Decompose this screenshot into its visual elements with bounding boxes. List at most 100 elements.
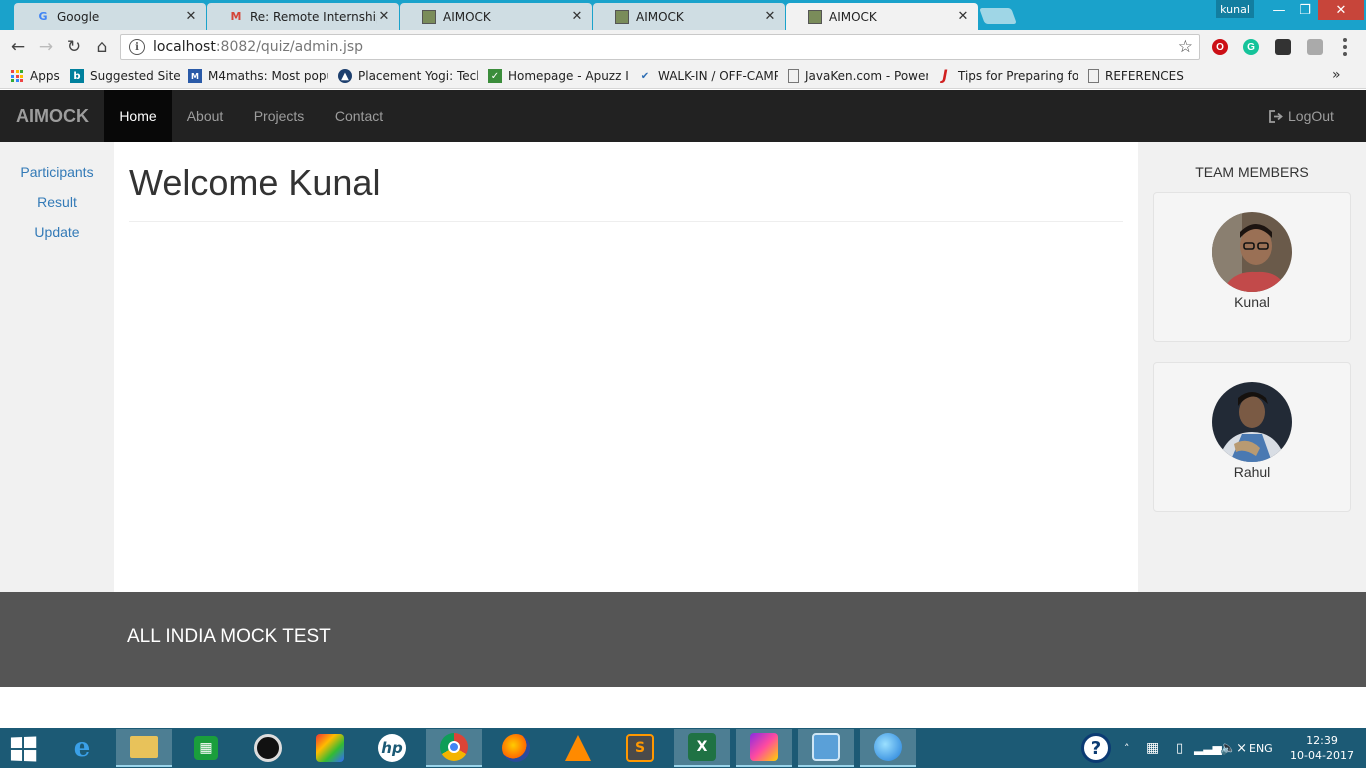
site-brand[interactable]: AIMOCK (16, 90, 89, 142)
start-button[interactable] (10, 736, 38, 762)
bookmark-suggested-sites[interactable]: b Suggested Sites (70, 67, 180, 85)
snipping-tool-icon[interactable] (736, 729, 792, 767)
sidebar-item-participants[interactable]: Participants (0, 164, 114, 180)
tab-aimock-1[interactable]: AIMOCK ✕ (400, 3, 592, 30)
member-name: Kunal (1234, 294, 1270, 310)
tab-label: Google (57, 9, 100, 24)
window-close-icon[interactable]: ✕ (1318, 0, 1364, 20)
avatar (1212, 212, 1292, 292)
grammarly-icon[interactable]: G (1243, 39, 1259, 55)
bookmark-label: JavaKen.com - Power (805, 69, 928, 83)
bookmark-apuzz[interactable]: ✓ Homepage - Apuzz In (488, 67, 628, 85)
camera-app-icon[interactable] (240, 729, 296, 767)
close-icon[interactable]: ✕ (184, 9, 198, 24)
team-sidebar: TEAM MEMBERS Kunal Rahul (1138, 142, 1366, 592)
bookmark-tips[interactable]: J Tips for Preparing for (938, 67, 1078, 85)
profile-badge[interactable]: kunal (1216, 0, 1254, 18)
browser-tab-strip: G Google ✕ M Re: Remote Internship | P ✕… (0, 0, 1366, 30)
url-path: :8082/quiz/admin.jsp (215, 39, 364, 55)
minimize-icon[interactable]: — (1266, 0, 1292, 20)
main-content: Welcome Kunal (114, 142, 1138, 592)
sublime-text-icon[interactable]: S (612, 729, 668, 767)
system-clock[interactable]: 12:39 10-04-2017 (1290, 733, 1354, 763)
network-status-icon[interactable]: ▦ (1146, 728, 1159, 768)
bookmark-placement-yogi[interactable]: ▲ Placement Yogi: Tech (338, 67, 478, 85)
tray-chevron-icon[interactable]: ˄ (1124, 728, 1130, 768)
new-tab-button[interactable] (979, 8, 1017, 24)
nav-about[interactable]: About (172, 90, 238, 142)
close-icon[interactable]: ✕ (570, 9, 584, 24)
bookmark-label: M4maths: Most popul (208, 69, 328, 83)
member-card: Rahul (1153, 362, 1351, 512)
google-icon: G (38, 10, 48, 23)
team-title: TEAM MEMBERS (1195, 164, 1309, 180)
sidebar-item-result[interactable]: Result (0, 194, 114, 210)
tab-aimock-active[interactable]: AIMOCK ✕ (786, 3, 978, 30)
control-panel-icon[interactable] (798, 729, 854, 767)
forward-icon[interactable]: → (35, 36, 57, 58)
maximize-icon[interactable]: ❐ (1292, 0, 1318, 20)
nav-contact[interactable]: Contact (320, 90, 398, 142)
bookmark-star-icon[interactable]: ☆ (1178, 37, 1193, 57)
excel-icon[interactable]: X (674, 729, 730, 767)
close-icon[interactable]: ✕ (377, 9, 391, 24)
tab-google[interactable]: G Google ✕ (14, 3, 206, 30)
url-host: localhost (153, 39, 216, 55)
network-globe-icon[interactable] (860, 729, 916, 767)
close-icon[interactable]: ✕ (763, 9, 777, 24)
bookmark-label: Homepage - Apuzz In (508, 69, 628, 83)
language-indicator[interactable]: ENG (1249, 728, 1273, 768)
bookmark-label: Tips for Preparing for (958, 69, 1078, 83)
page-title: Welcome Kunal (129, 162, 381, 203)
page-icon (1088, 69, 1099, 83)
tab-label: AIMOCK (443, 9, 491, 24)
bookmark-m4maths[interactable]: M M4maths: Most popul (188, 67, 328, 85)
divider (129, 221, 1123, 222)
bookmark-references[interactable]: REFERENCES (1088, 67, 1198, 85)
chrome-icon[interactable] (426, 729, 482, 767)
firefox-icon[interactable] (488, 729, 544, 767)
hp-icon[interactable]: hp (364, 729, 420, 767)
extension-cube-icon[interactable] (1307, 39, 1323, 55)
paint-app-icon[interactable] (302, 729, 358, 767)
browser-menu-icon[interactable] (1342, 38, 1348, 56)
close-icon[interactable]: ✕ (956, 9, 970, 24)
volume-muted-icon[interactable]: 🔈× (1220, 728, 1247, 768)
battery-icon[interactable]: ▯ (1176, 728, 1183, 768)
page-icon (808, 9, 822, 24)
tab-gmail[interactable]: M Re: Remote Internship | P ✕ (207, 3, 399, 30)
vlc-icon[interactable] (550, 729, 606, 767)
info-icon[interactable]: i (129, 39, 145, 55)
reload-icon[interactable]: ↻ (63, 36, 85, 58)
bing-icon: b (70, 69, 84, 83)
nav-home[interactable]: Home (104, 90, 172, 142)
address-bar[interactable]: i localhost:8082/quiz/admin.jsp ☆ (120, 34, 1200, 60)
file-explorer-icon[interactable] (116, 729, 172, 767)
tab-label: Re: Remote Internship | P (250, 9, 377, 24)
sidebar-item-update[interactable]: Update (0, 224, 114, 240)
wifi-signal-icon[interactable]: ▂▃▅ (1194, 728, 1222, 768)
back-icon[interactable]: ← (7, 36, 29, 58)
nav-projects[interactable]: Projects (240, 90, 318, 142)
bookmark-javaken[interactable]: JavaKen.com - Power (788, 67, 928, 85)
clock-date: 10-04-2017 (1290, 749, 1354, 762)
bookmark-label: REFERENCES (1105, 69, 1184, 83)
member-card: Kunal (1153, 192, 1351, 342)
bookmark-label: WALK-IN / OFF-CAMP (658, 69, 778, 83)
opera-icon[interactable]: O (1212, 39, 1228, 55)
more-bookmarks-icon[interactable]: » (1332, 67, 1341, 83)
page-icon (788, 69, 799, 83)
extension-icon[interactable] (1275, 39, 1291, 55)
help-icon[interactable]: ? (1081, 733, 1111, 763)
store-icon[interactable]: ▦ (178, 729, 234, 767)
internet-explorer-icon[interactable]: e (54, 729, 110, 767)
m4maths-icon: M (188, 69, 202, 83)
footer-title: ALL INDIA MOCK TEST (127, 626, 331, 647)
page-icon (422, 9, 436, 24)
logout-link[interactable]: LogOut (1269, 90, 1334, 142)
home-icon[interactable]: ⌂ (91, 36, 113, 58)
bookmark-apps[interactable]: Apps (10, 67, 62, 85)
tab-aimock-2[interactable]: AIMOCK ✕ (593, 3, 785, 30)
tab-label: AIMOCK (829, 9, 877, 24)
bookmark-walkin[interactable]: ✔ WALK-IN / OFF-CAMP (638, 67, 778, 85)
